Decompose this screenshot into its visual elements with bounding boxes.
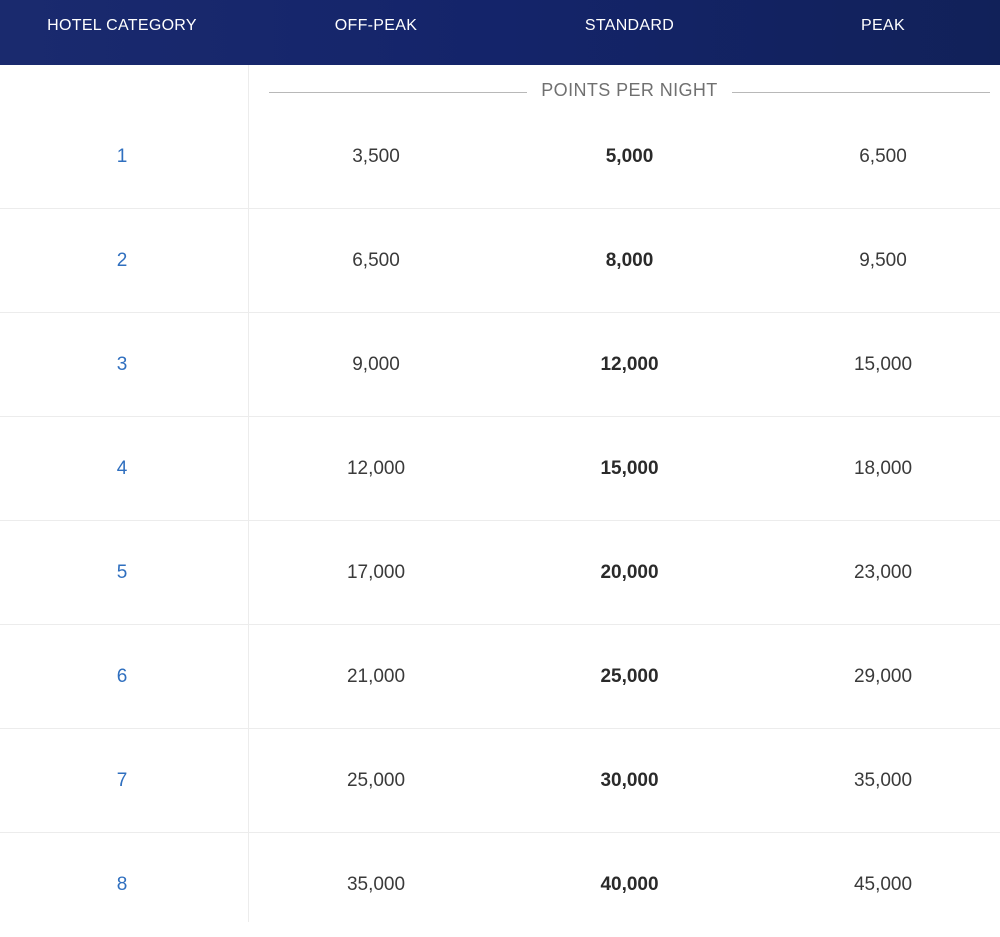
peak-points: 6,500	[859, 146, 907, 167]
hotel-category-link[interactable]: 6	[0, 625, 244, 729]
table-row: 6 21,000 25,000 29,000	[0, 625, 1000, 729]
off-peak-points: 3,500	[352, 146, 400, 167]
hotel-category-link[interactable]: 2	[0, 209, 244, 313]
off-peak-points: 17,000	[346, 562, 406, 583]
subheader-rule-left	[269, 92, 527, 93]
off-peak-points: 35,000	[346, 874, 406, 895]
header-hotel-category: HOTEL CATEGORY	[47, 17, 197, 34]
standard-points: 8,000	[605, 250, 654, 271]
subheader-rule-right	[732, 92, 990, 93]
peak-points: 23,000	[853, 562, 913, 583]
off-peak-points: 21,000	[346, 666, 406, 687]
peak-points: 9,500	[859, 250, 907, 271]
header-standard: STANDARD	[584, 17, 675, 34]
hotel-category-link[interactable]: 7	[0, 729, 244, 833]
award-chart-body: 1 3,500 5,000 6,500 2 6,500 8,000 9,500 3 9,000 12…	[0, 105, 1000, 937]
standard-points: 30,000	[600, 770, 659, 791]
standard-points: 15,000	[600, 458, 659, 479]
off-peak-points: 12,000	[346, 458, 406, 479]
header-off-peak: OFF-PEAK	[334, 17, 418, 34]
off-peak-points: 25,000	[346, 770, 406, 791]
table-row: 5 17,000 20,000 23,000	[0, 521, 1000, 625]
off-peak-points: 6,500	[352, 250, 400, 271]
hotel-category-link[interactable]: 3	[0, 313, 244, 417]
hotel-category-link[interactable]: 4	[0, 417, 244, 521]
table-row: 3 9,000 12,000 15,000	[0, 313, 1000, 417]
off-peak-points: 9,000	[352, 354, 400, 375]
peak-points: 45,000	[853, 874, 913, 895]
standard-points: 20,000	[600, 562, 659, 583]
header-peak: PEAK	[861, 17, 905, 34]
peak-points: 15,000	[853, 354, 913, 375]
hotel-category-link[interactable]: 8	[0, 833, 244, 937]
hotel-category-link[interactable]: 5	[0, 521, 244, 625]
table-row: 7 25,000 30,000 35,000	[0, 729, 1000, 833]
table-row: 1 3,500 5,000 6,500	[0, 105, 1000, 209]
peak-points: 35,000	[853, 770, 913, 791]
standard-points: 12,000	[600, 354, 659, 375]
hotel-category-link[interactable]: 1	[0, 105, 244, 209]
subheader-label: POINTS PER NIGHT	[541, 80, 718, 100]
table-row: 4 12,000 15,000 18,000	[0, 417, 1000, 521]
table-header: HOTEL CATEGORY OFF-PEAK STANDARD PEAK	[0, 0, 1000, 65]
table-row: 2 6,500 8,000 9,500	[0, 209, 1000, 313]
standard-points: 5,000	[605, 146, 654, 167]
peak-points: 29,000	[853, 666, 913, 687]
peak-points: 18,000	[853, 458, 913, 479]
standard-points: 40,000	[600, 874, 659, 895]
standard-points: 25,000	[600, 666, 659, 687]
table-row: 8 35,000 40,000 45,000	[0, 833, 1000, 937]
